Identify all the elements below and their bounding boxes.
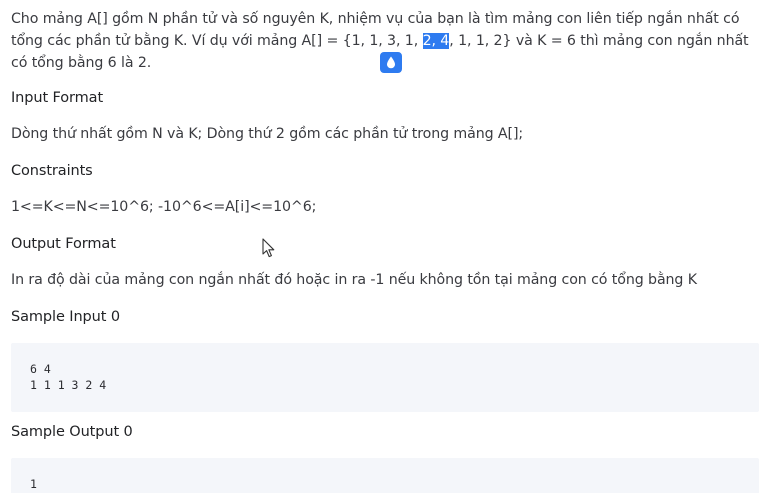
sample-input-line-2: 1 1 1 3 2 4 xyxy=(30,378,107,392)
sample-input-heading: Sample Input 0 xyxy=(11,309,120,325)
input-format-heading: Input Format xyxy=(11,90,104,106)
mouse-pointer-icon xyxy=(262,238,275,258)
selection-action-button[interactable] xyxy=(380,52,402,73)
sample-output-code-block[interactable]: 1 xyxy=(11,458,759,493)
sample-output-heading: Sample Output 0 xyxy=(11,424,133,440)
sample-input-line-1: 6 4 xyxy=(30,362,51,376)
sample-output-line-1: 1 xyxy=(30,477,37,491)
selected-text[interactable]: 2, 4 xyxy=(422,33,449,49)
output-format-text: In ra độ dài của mảng con ngắn nhất đó h… xyxy=(11,272,697,288)
input-format-text: Dòng thứ nhất gồm N và K; Dòng thứ 2 gồm… xyxy=(11,126,524,142)
output-format-heading: Output Format xyxy=(11,236,116,252)
water-drop-icon xyxy=(387,56,395,69)
sample-input-code-block[interactable]: 6 4 1 1 1 3 2 4 xyxy=(11,343,759,412)
constraints-heading: Constraints xyxy=(11,163,93,179)
constraints-text: 1<=K<=N<=10^6; -10^6<=A[i]<=10^6; xyxy=(11,199,317,215)
